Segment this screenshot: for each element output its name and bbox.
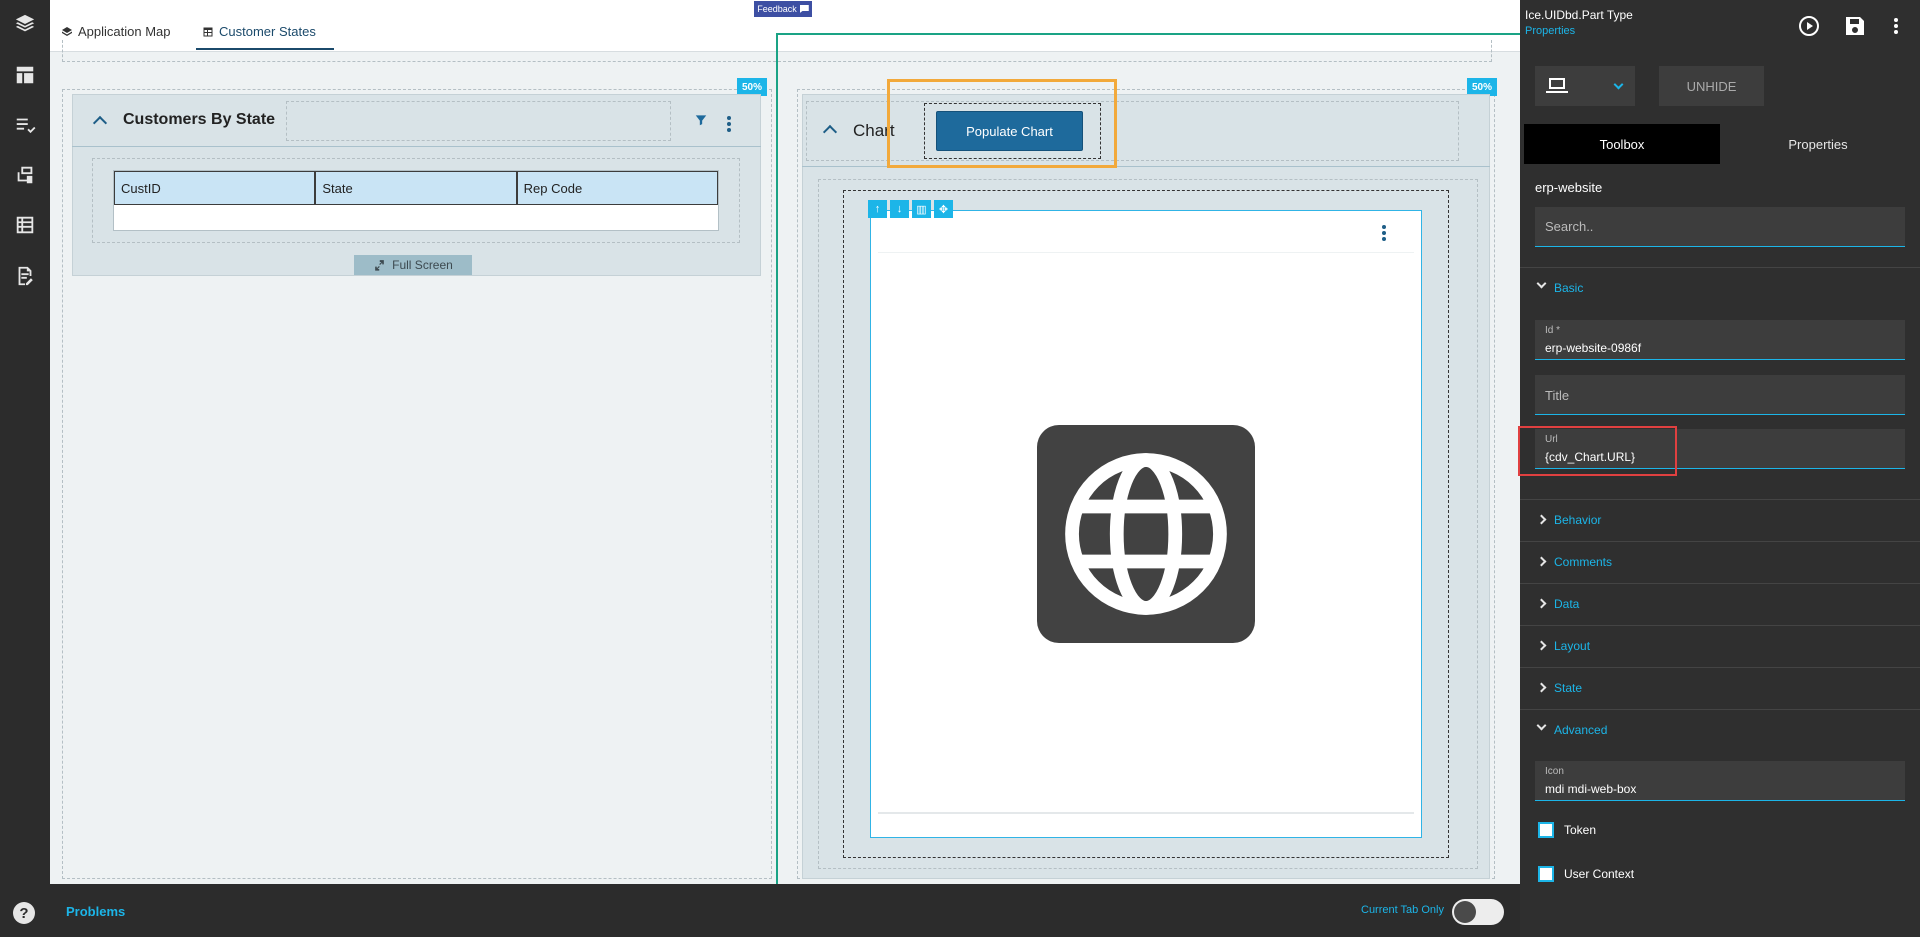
customers-grid[interactable]: CustID State Rep Code [113, 170, 719, 231]
chevron-down-icon [1536, 278, 1547, 289]
icon-field[interactable]: Icon mdi mdi-web-box [1535, 761, 1905, 801]
field-placeholder: Title [1545, 388, 1570, 403]
tab-customer-states[interactable]: Customer States [202, 24, 316, 39]
section-label: Comments [1554, 555, 1613, 569]
laptop-icon [1546, 78, 1568, 93]
props-subtitle-link[interactable]: Properties [1525, 25, 1575, 37]
grid-header-row: CustID State Rep Code [114, 171, 718, 205]
token-checkbox[interactable] [1538, 822, 1554, 838]
title-field[interactable]: Title [1535, 375, 1905, 415]
play-icon[interactable] [1797, 14, 1821, 38]
document-edit-icon[interactable] [13, 264, 37, 288]
chevron-right-icon [1536, 556, 1547, 567]
section-advanced[interactable]: Advanced [1520, 709, 1920, 751]
help-icon[interactable]: ? [13, 902, 35, 924]
chevron-right-icon [1536, 640, 1547, 651]
section-basic[interactable]: Basic [1520, 267, 1920, 309]
field-value: mdi mdi-web-box [1545, 782, 1637, 796]
props-menu-icon[interactable] [1894, 18, 1898, 34]
chevron-down-icon [1536, 720, 1547, 731]
chevron-down-icon [1613, 79, 1624, 90]
save-icon[interactable] [1843, 14, 1867, 38]
layers-small-icon [62, 26, 72, 36]
props-title: Ice.UIDbd.Part Type [1525, 8, 1633, 22]
highlight-chart-column [776, 33, 1524, 906]
section-comments[interactable]: Comments [1520, 541, 1920, 583]
comment-icon [799, 5, 809, 13]
field-label: Id * [1545, 325, 1561, 336]
user-context-checkbox[interactable] [1538, 866, 1554, 882]
problems-link[interactable]: Problems [66, 904, 125, 919]
tab-properties[interactable]: Properties [1720, 124, 1916, 164]
highlight-url-field [1518, 426, 1677, 476]
field-label: Icon [1545, 766, 1564, 777]
current-tab-only-toggle[interactable] [1452, 899, 1504, 925]
tab-label: Application Map [78, 24, 171, 39]
chevron-right-icon [1536, 598, 1547, 609]
section-label: Data [1554, 597, 1580, 611]
left-nav-rail: ? [0, 0, 50, 937]
feedback-button[interactable]: Feedback [754, 1, 812, 17]
section-label: State [1554, 681, 1583, 695]
layers-icon[interactable] [13, 12, 37, 36]
chevron-right-icon [1536, 514, 1547, 525]
full-screen-label: Full Screen [392, 258, 453, 272]
chevron-right-icon [1536, 682, 1547, 693]
device-selector[interactable] [1535, 66, 1635, 106]
expand-icon [375, 259, 384, 271]
column-header-custid[interactable]: CustID [114, 171, 316, 205]
data-views-icon[interactable] [13, 163, 37, 187]
properties-search-input[interactable] [1535, 207, 1905, 247]
section-label: Basic [1554, 281, 1584, 295]
tab-label: Customer States [219, 24, 316, 39]
section-state[interactable]: State [1520, 667, 1920, 709]
column-header-state[interactable]: State [315, 171, 517, 205]
table-small-icon [203, 27, 213, 36]
section-label: Layout [1554, 639, 1591, 653]
table-icon[interactable] [13, 213, 37, 237]
current-tab-only-label: Current Tab Only [1361, 904, 1444, 916]
section-layout[interactable]: Layout [1520, 625, 1920, 667]
section-data[interactable]: Data [1520, 583, 1920, 625]
tab-application-map[interactable]: Application Map [61, 24, 171, 39]
problems-bar [50, 884, 1520, 937]
section-label: Behavior [1554, 513, 1602, 527]
feedback-label: Feedback [757, 4, 797, 14]
panel-header-divider [72, 146, 761, 147]
tab-toolbox[interactable]: Toolbox [1524, 124, 1720, 164]
section-label: Advanced [1554, 723, 1608, 737]
column-header-rep-code[interactable]: Rep Code [516, 171, 718, 205]
field-value: erp-website-0986f [1545, 341, 1642, 355]
unhide-button[interactable]: UNHIDE [1659, 66, 1764, 106]
filter-icon[interactable] [694, 113, 708, 127]
component-name: erp-website [1535, 180, 1603, 195]
panel-menu-icon[interactable] [727, 116, 731, 132]
id-field[interactable]: Id * erp-website-0986f [1535, 320, 1905, 360]
panel-header-slot [286, 101, 671, 141]
full-screen-button[interactable]: Full Screen [354, 255, 472, 275]
section-behavior[interactable]: Behavior [1520, 499, 1920, 541]
token-label: Token [1564, 823, 1597, 837]
user-context-label: User Context [1564, 867, 1635, 881]
panel-title: Customers By State [123, 111, 276, 128]
dashboard-layout-icon[interactable] [13, 63, 37, 87]
list-check-icon[interactable] [13, 113, 37, 137]
